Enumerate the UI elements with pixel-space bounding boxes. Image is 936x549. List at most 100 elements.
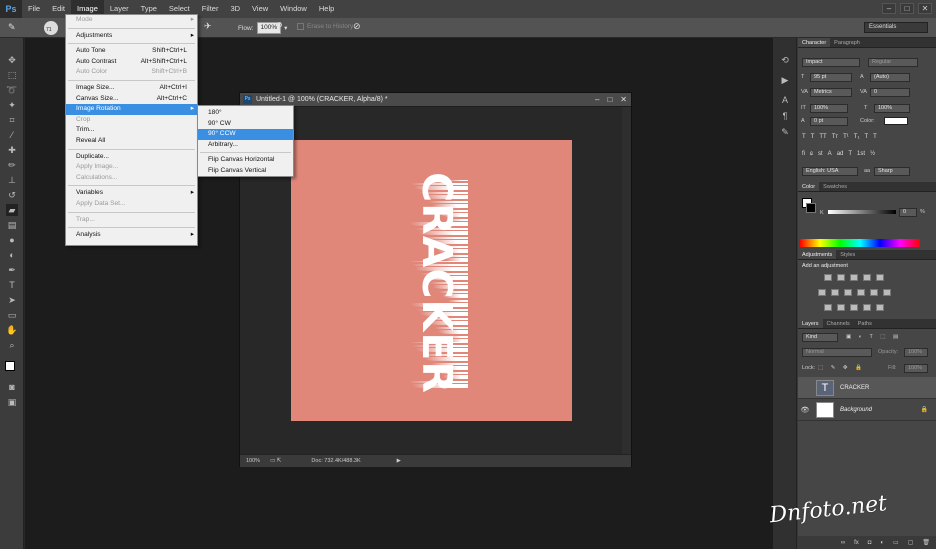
menu-help[interactable]: Help xyxy=(313,0,340,18)
baseline-input[interactable]: 0 pt xyxy=(810,117,848,126)
font-family-select[interactable]: Impact xyxy=(802,58,860,67)
image-menu-item[interactable]: Auto Contrast Alt+Shift+Ctrl+L xyxy=(66,57,197,68)
status-arrow-icon[interactable]: ▶ xyxy=(397,458,401,464)
marquee-tool-icon[interactable]: ⬚ xyxy=(6,69,18,81)
eye-icon[interactable]: 👁 xyxy=(798,406,812,414)
adjustment-layer-icon[interactable]: ◐ xyxy=(880,540,884,546)
menu-filter[interactable]: Filter xyxy=(196,0,225,18)
link-layers-icon[interactable]: ∞ xyxy=(841,540,845,546)
tab-swatches[interactable]: Swatches xyxy=(819,182,851,191)
image-menu-item[interactable]: Duplicate... xyxy=(66,152,197,163)
channel-mixer-icon[interactable] xyxy=(870,289,878,296)
airbrush-icon[interactable]: ✈ xyxy=(204,21,212,32)
opacity-input[interactable]: 100% xyxy=(904,348,928,357)
dodge-tool-icon[interactable]: ◐ xyxy=(6,249,18,261)
brush-tool-icon[interactable]: ✏ xyxy=(6,159,18,171)
zoom-tool-icon[interactable]: ⌕ xyxy=(6,339,18,351)
stylistic-icon[interactable]: A xyxy=(828,151,832,157)
black-white-icon[interactable] xyxy=(844,289,852,296)
threshold-icon[interactable] xyxy=(850,304,858,311)
blur-tool-icon[interactable]: ● xyxy=(6,234,18,246)
image-menu-item[interactable]: Canvas Size... Alt+Ctrl+C xyxy=(66,94,197,105)
stamp-tool-icon[interactable]: ⊥ xyxy=(6,174,18,186)
image-menu-item[interactable]: Trim... xyxy=(66,125,197,136)
strikethrough-icon[interactable]: T xyxy=(873,134,877,140)
language-select[interactable]: English: USA xyxy=(802,167,858,176)
doc-close-button[interactable]: ✕ xyxy=(620,95,627,104)
invert-icon[interactable] xyxy=(824,304,832,311)
tab-character[interactable]: Character xyxy=(798,38,831,47)
font-style-select[interactable]: Regular xyxy=(868,58,918,67)
horizontal-scale-input[interactable]: 100% xyxy=(874,104,910,113)
history-panel-icon[interactable]: ⟲ xyxy=(779,54,791,66)
posterize-icon[interactable] xyxy=(837,304,845,311)
faux-bold-icon[interactable]: T xyxy=(802,134,806,140)
move-tool-icon[interactable]: ✥ xyxy=(6,54,18,66)
path-select-tool-icon[interactable]: ➤ xyxy=(6,294,18,306)
k-input[interactable]: 0 xyxy=(899,208,917,217)
doc-info[interactable]: Doc: 732.4K/488.3K xyxy=(311,458,360,464)
tab-layers[interactable]: Layers xyxy=(798,319,823,328)
tab-paragraph[interactable]: Paragraph xyxy=(830,38,864,47)
artboard[interactable]: CRACKER xyxy=(291,140,572,421)
cracker-text-layer[interactable]: CRACKER xyxy=(413,172,461,394)
image-menu-item[interactable]: Image Size... Alt+Ctrl+I xyxy=(66,83,197,94)
ordinals-icon[interactable]: 1st xyxy=(857,151,865,157)
color-lookup-icon[interactable] xyxy=(883,289,891,296)
eyedropper-tool-icon[interactable]: ⁄ xyxy=(6,129,18,141)
image-menu-item[interactable]: Auto Tone Shift+Ctrl+L xyxy=(66,46,197,57)
brush-panel-icon[interactable]: ✎ xyxy=(779,126,791,138)
doc-maximize-button[interactable]: □ xyxy=(607,95,612,104)
maximize-button[interactable]: □ xyxy=(900,3,914,14)
lock-icons[interactable]: ⬚ ✎ ✥ 🔒 xyxy=(818,365,865,371)
subscript-icon[interactable]: T₁ xyxy=(854,134,860,140)
image-menu-item[interactable]: Variables ▸ xyxy=(66,188,197,199)
leading-input[interactable]: (Auto) xyxy=(870,73,910,82)
gradient-tool-icon[interactable]: ▤ xyxy=(6,219,18,231)
quick-mask-icon[interactable]: ◙ xyxy=(6,381,18,393)
screen-mode-icon[interactable]: ▣ xyxy=(6,396,18,408)
small-caps-icon[interactable]: Tᴛ xyxy=(832,134,838,140)
hand-tool-icon[interactable]: ✋ xyxy=(6,324,18,336)
airbrush-toggle-icon[interactable]: ⚲ xyxy=(276,21,283,32)
pressure-icon[interactable]: ⊘ xyxy=(353,21,361,32)
new-layer-icon[interactable]: ▢ xyxy=(908,539,914,546)
tab-color[interactable]: Color xyxy=(798,182,820,191)
k-slider[interactable] xyxy=(828,210,896,214)
eraser-icon[interactable]: ✎ xyxy=(8,22,16,33)
vertical-scale-input[interactable]: 100% xyxy=(810,104,848,113)
gradient-map-icon[interactable] xyxy=(863,304,871,311)
quick-select-tool-icon[interactable]: ✦ xyxy=(6,99,18,111)
all-caps-icon[interactable]: TT xyxy=(819,134,826,140)
close-button[interactable]: ✕ xyxy=(918,3,932,14)
brightness-icon[interactable] xyxy=(824,274,832,281)
rotation-menu-item[interactable]: 90° CW xyxy=(198,119,293,130)
image-menu-item[interactable]: Image Rotation ▸ xyxy=(66,104,197,115)
antialias-select[interactable]: Sharp xyxy=(874,167,910,176)
text-color-swatch[interactable] xyxy=(884,117,908,125)
lasso-tool-icon[interactable]: ➰ xyxy=(6,84,18,96)
image-menu-item[interactable]: Analysis ▸ xyxy=(66,230,197,241)
vibrance-icon[interactable] xyxy=(876,274,884,281)
foreground-color-swatch[interactable] xyxy=(5,361,15,371)
rotation-menu-item[interactable]: Arbitrary... xyxy=(198,140,293,151)
document-tab[interactable]: Ps Untitled-1 @ 100% (CRACKER, Alpha/8) … xyxy=(240,93,631,107)
layer-filter-select[interactable]: Kind xyxy=(802,333,838,342)
layer-filter-icons[interactable]: ▣ ◐ T ⬚ ▤ xyxy=(846,334,901,340)
fill-input[interactable]: 100% xyxy=(904,364,928,373)
levels-icon[interactable] xyxy=(837,274,845,281)
tracking-input[interactable]: 0 xyxy=(870,88,910,97)
tab-adjustments[interactable]: Adjustments xyxy=(798,250,837,259)
healing-tool-icon[interactable]: ✚ xyxy=(6,144,18,156)
type-tool-icon[interactable]: T xyxy=(6,279,18,291)
paragraph-panel-icon[interactable]: ¶ xyxy=(779,110,791,122)
image-menu-item[interactable]: Reveal All xyxy=(66,136,197,147)
flow-dropdown-icon[interactable]: ▾ xyxy=(284,24,287,32)
trash-icon[interactable]: 🗑 xyxy=(922,539,930,546)
menu-view[interactable]: View xyxy=(246,0,274,18)
doc-minimize-button[interactable]: – xyxy=(595,95,599,104)
pen-tool-icon[interactable]: ✒ xyxy=(6,264,18,276)
kerning-input[interactable]: Metrics xyxy=(810,88,852,97)
discretionary-icon[interactable]: st xyxy=(818,151,823,157)
actions-panel-icon[interactable]: ▶ xyxy=(779,74,791,86)
